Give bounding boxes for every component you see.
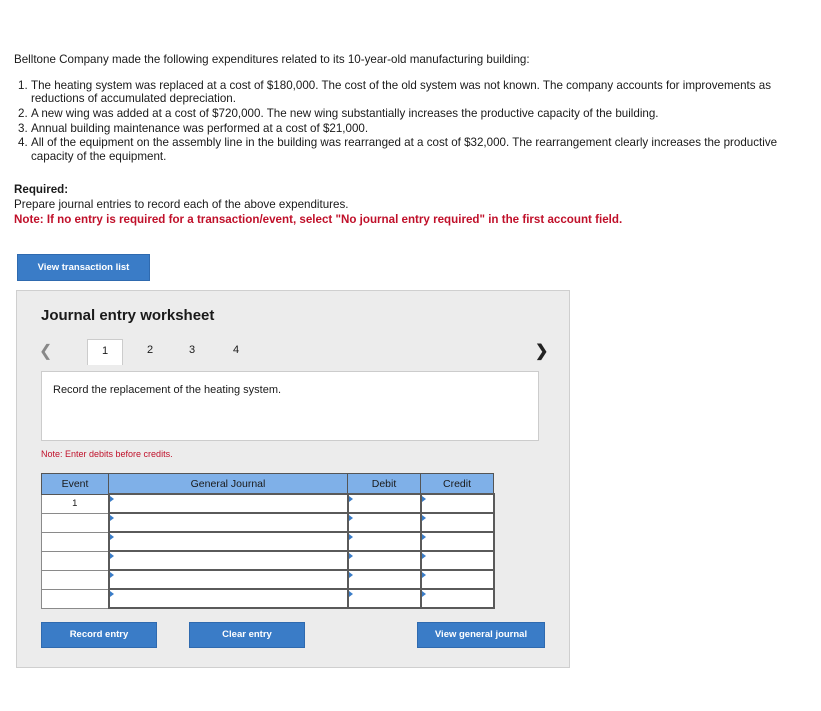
account-field[interactable]: [107, 550, 349, 571]
enter-debits-note: Note: Enter debits before credits.: [41, 449, 173, 459]
debit-field[interactable]: [346, 512, 422, 533]
column-header-general-journal: General Journal: [108, 473, 348, 495]
tab-3[interactable]: 3: [174, 339, 210, 365]
list-item: 2. A new wing was added at a cost of $720…: [18, 106, 659, 120]
transaction-description-text: Record the replacement of the heating sy…: [53, 384, 282, 396]
event-cell: [41, 512, 109, 533]
table-row: [41, 550, 495, 571]
journal-table: Event General Journal Debit Credit 1: [41, 473, 495, 609]
worksheet-title: Journal entry worksheet: [41, 307, 215, 324]
account-field[interactable]: [107, 569, 349, 590]
input-marker-icon: [421, 572, 426, 578]
expenditure-list: 1. The heating system was replaced at a c…: [14, 79, 804, 164]
tab-2[interactable]: 2: [132, 339, 168, 365]
debit-field[interactable]: [346, 588, 422, 609]
input-marker-icon: [348, 496, 353, 502]
credit-field[interactable]: [419, 550, 495, 571]
list-item: 3. Annual building maintenance was perfor…: [18, 121, 369, 135]
column-header-credit: Credit: [420, 473, 494, 495]
input-marker-icon: [348, 553, 353, 559]
credit-field[interactable]: [419, 531, 495, 552]
dropdown-marker-icon: [109, 534, 114, 540]
input-marker-icon: [348, 515, 353, 521]
input-marker-icon: [421, 515, 426, 521]
record-entry-button[interactable]: Record entry: [41, 622, 157, 648]
chevron-right-icon[interactable]: ❯: [535, 341, 548, 361]
table-row: [41, 531, 495, 552]
event-cell: 1: [41, 493, 109, 514]
journal-entry-worksheet: Journal entry worksheet ❮ 1 2 3 4 ❯ Reco…: [16, 290, 570, 668]
view-transaction-list-button[interactable]: View transaction list: [17, 254, 150, 281]
problem-intro: Belltone Company made the following expe…: [14, 53, 530, 66]
dropdown-marker-icon: [109, 496, 114, 502]
input-marker-icon: [348, 572, 353, 578]
event-cell: [41, 569, 109, 590]
event-cell: [41, 550, 109, 571]
required-text: Prepare journal entries to record each o…: [14, 198, 349, 211]
credit-field[interactable]: [419, 493, 495, 514]
input-marker-icon: [421, 534, 426, 540]
credit-field[interactable]: [419, 569, 495, 590]
chevron-left-icon[interactable]: ❮: [39, 341, 52, 361]
view-general-journal-button[interactable]: View general journal: [417, 622, 545, 648]
input-marker-icon: [348, 591, 353, 597]
account-field[interactable]: [107, 512, 349, 533]
table-row: [41, 569, 495, 590]
event-cell: [41, 531, 109, 552]
list-item: 4. All of the equipment on the assembly l…: [18, 136, 778, 163]
input-marker-icon: [348, 534, 353, 540]
dropdown-marker-icon: [109, 591, 114, 597]
clear-entry-button[interactable]: Clear entry: [189, 622, 305, 648]
input-marker-icon: [421, 553, 426, 559]
debit-field[interactable]: [346, 569, 422, 590]
table-row: [41, 512, 495, 533]
credit-field[interactable]: [419, 588, 495, 609]
input-marker-icon: [421, 591, 426, 597]
tab-4[interactable]: 4: [218, 339, 254, 365]
account-field[interactable]: [107, 531, 349, 552]
table-row: [41, 588, 495, 609]
debit-field[interactable]: [346, 550, 422, 571]
column-header-debit: Debit: [347, 473, 421, 495]
required-note: Note: If no entry is required for a tran…: [14, 213, 623, 226]
transaction-description: Record the replacement of the heating sy…: [41, 371, 539, 441]
debit-field[interactable]: [346, 493, 422, 514]
table-row: 1: [41, 493, 495, 514]
debit-field[interactable]: [346, 531, 422, 552]
column-header-event: Event: [41, 473, 109, 495]
account-field[interactable]: [107, 588, 349, 609]
account-field[interactable]: [107, 493, 349, 514]
credit-field[interactable]: [419, 512, 495, 533]
dropdown-marker-icon: [109, 553, 114, 559]
input-marker-icon: [421, 496, 426, 502]
event-cell: [41, 588, 109, 609]
list-item: 1. The heating system was replaced at a c…: [18, 79, 772, 106]
worksheet-tabs: ❮ 1 2 3 4 ❯: [33, 339, 553, 365]
dropdown-marker-icon: [109, 515, 114, 521]
required-heading: Required:: [14, 183, 69, 196]
tab-1[interactable]: 1: [87, 339, 123, 365]
dropdown-marker-icon: [109, 572, 114, 578]
